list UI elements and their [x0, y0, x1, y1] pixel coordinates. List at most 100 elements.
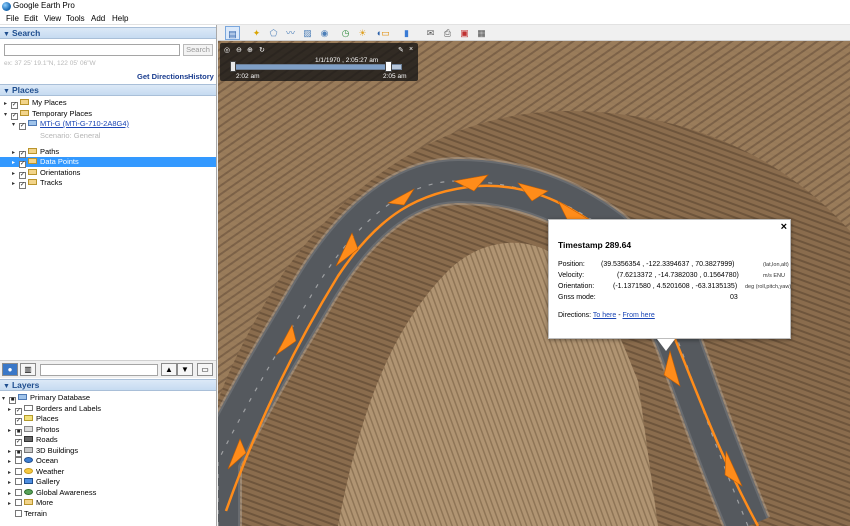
folder-icon [28, 179, 37, 185]
places-toolbar: ● ▥ ▲ ▼ ▭ [0, 360, 216, 378]
title-bar: Google Earth Pro [0, 0, 850, 13]
search-places-button[interactable]: ● [2, 363, 18, 376]
tree-label: Orientations [40, 168, 81, 177]
email-button[interactable]: ✉ [423, 26, 438, 40]
checkbox[interactable] [15, 510, 22, 517]
folder-icon [28, 148, 37, 154]
menu-add[interactable]: Add [91, 14, 105, 23]
checkbox[interactable]: ✓ [15, 418, 22, 425]
balloon-title: Timestamp 289.64 [558, 240, 632, 250]
search-panel-header[interactable]: ▼ Search [0, 27, 216, 39]
layer-gallery[interactable]: ▸ Gallery [8, 477, 60, 487]
menu-view[interactable]: View [44, 14, 61, 23]
add-polygon-button[interactable]: ⬠ [266, 26, 281, 40]
time-slider-globe-icon[interactable]: ◎ [224, 46, 230, 54]
checkbox[interactable] [15, 468, 22, 475]
checkbox[interactable] [15, 478, 22, 485]
tree-item-device[interactable]: ▾ ✓ MTi-G (MTi-G-710-2A8G4) [12, 119, 129, 130]
checkbox[interactable] [15, 489, 22, 496]
balloon-tail [657, 339, 675, 351]
checkbox[interactable]: ✓ [19, 182, 26, 189]
folder-menu-button[interactable]: ▭ [197, 363, 213, 376]
places-header-label: Places [11, 85, 39, 95]
checkbox[interactable] [15, 457, 22, 464]
layer-terrain[interactable]: Terrain [8, 509, 47, 519]
menu-tools[interactable]: Tools [66, 14, 85, 23]
layer-global-awareness[interactable]: ▸ Global Awareness [8, 488, 96, 498]
time-slider-track[interactable] [234, 64, 402, 70]
menu-file[interactable]: File [6, 14, 19, 23]
move-up-button[interactable]: ▲ [161, 363, 177, 376]
google-earth-icon [2, 2, 11, 11]
checkbox[interactable]: ✓ [19, 161, 26, 168]
checkbox[interactable]: ✓ [19, 123, 26, 130]
history-link[interactable]: History [188, 72, 214, 81]
sidebar-icon: ▤ [228, 29, 237, 39]
menu-bar: File Edit View Tools Add Help [0, 13, 850, 25]
panel-toggle-button[interactable]: ▥ [20, 363, 36, 376]
tree-item-paths[interactable]: ▸ ✓ Paths [12, 147, 59, 158]
layer-places[interactable]: ✓ Places [8, 414, 59, 425]
time-slider: ◎ ⊖ ⊕ ↻ ✎ × 1/1/1970 , 2:05:27 am 2:02 a… [220, 43, 418, 81]
sunlight-button[interactable]: ☀ [355, 26, 370, 40]
device-link[interactable]: MTi-G (MTi-G-710-2A8G4) [40, 119, 129, 128]
places-filter-input[interactable] [40, 364, 158, 376]
layers-panel-header[interactable]: ▼ Layers [0, 379, 216, 391]
checkbox[interactable]: ✓ [11, 102, 18, 109]
tree-item-orientations[interactable]: ▸ ✓ Orientations [12, 168, 81, 179]
layer-primary-database[interactable]: ▾ ■ Primary Database [2, 393, 90, 404]
layer-roads[interactable]: ✓ Roads [8, 435, 58, 446]
move-down-button[interactable]: ▼ [177, 363, 193, 376]
get-directions-link[interactable]: Get Directions [137, 72, 188, 81]
layer-label: Places [36, 414, 59, 423]
sidebar-toggle-button[interactable]: ▤ [225, 26, 240, 40]
search-button[interactable]: Search [183, 44, 213, 56]
wrench-icon[interactable]: ✎ [398, 46, 404, 54]
repeat-icon[interactable]: ↻ [259, 46, 265, 54]
search-input[interactable] [4, 44, 180, 56]
layer-label: 3D Buildings [36, 446, 79, 455]
menu-help[interactable]: Help [112, 14, 128, 23]
collapse-arrow-icon: ▼ [3, 88, 10, 95]
zoom-out-icon[interactable]: ⊖ [236, 46, 242, 54]
from-here-link[interactable]: From here [623, 312, 655, 319]
save-image-button[interactable]: ▣ [457, 26, 472, 40]
time-slider-start-handle[interactable] [230, 61, 236, 72]
sun-icon [24, 468, 33, 474]
record-tour-button[interactable]: ◉ [317, 26, 332, 40]
to-here-link[interactable]: To here [593, 312, 616, 319]
layer-3d-buildings[interactable]: ▸ ■ 3D Buildings [8, 446, 79, 457]
checkbox[interactable]: ■ [9, 397, 16, 404]
print-button[interactable]: ⎙ [440, 26, 455, 40]
places-icon [24, 415, 33, 421]
measure-button[interactable]: ▮ [399, 26, 414, 40]
layer-weather[interactable]: ▸ Weather [8, 467, 64, 477]
layers-header-label: Layers [11, 380, 40, 390]
map-view[interactable]: ◎ ⊖ ⊕ ↻ ✎ × 1/1/1970 , 2:05:27 am 2:02 a… [218, 41, 850, 526]
add-overlay-button[interactable]: ▨ [300, 26, 315, 40]
tree-item-data-points[interactable]: ▸ ✓ Data Points [12, 157, 79, 168]
gallery-icon [24, 478, 33, 484]
layer-more[interactable]: ▸ More [8, 498, 53, 508]
layer-borders[interactable]: ▸ ✓ Borders and Labels [8, 404, 101, 415]
layer-ocean[interactable]: ▸ Ocean [8, 456, 58, 466]
add-placemark-button[interactable]: ✦ [249, 26, 264, 40]
checkbox[interactable]: ✓ [15, 439, 22, 446]
checkbox[interactable] [15, 499, 22, 506]
tree-item-tracks[interactable]: ▸ ✓ Tracks [12, 178, 62, 189]
layer-photos[interactable]: ▸ ■ Photos [8, 425, 59, 436]
building-icon [24, 447, 33, 453]
historical-imagery-button[interactable]: ◷ [338, 26, 353, 40]
ruler-button[interactable]: ▭ [378, 26, 393, 40]
add-path-button[interactable]: 〰 [283, 26, 298, 40]
tree-item-temporary-places[interactable]: ▾ ✓ Temporary Places [4, 109, 92, 120]
close-icon[interactable]: × [781, 221, 787, 233]
time-slider-end-handle[interactable] [385, 61, 393, 72]
menu-edit[interactable]: Edit [24, 14, 38, 23]
zoom-in-icon[interactable]: ⊕ [247, 46, 253, 54]
tree-item-my-places[interactable]: ▸ ✓ My Places [4, 98, 67, 109]
folder-icon [28, 169, 37, 175]
view-in-maps-button[interactable]: ▦ [474, 26, 489, 40]
places-panel-header[interactable]: ▼ Places [0, 84, 216, 96]
close-icon[interactable]: × [409, 46, 413, 53]
